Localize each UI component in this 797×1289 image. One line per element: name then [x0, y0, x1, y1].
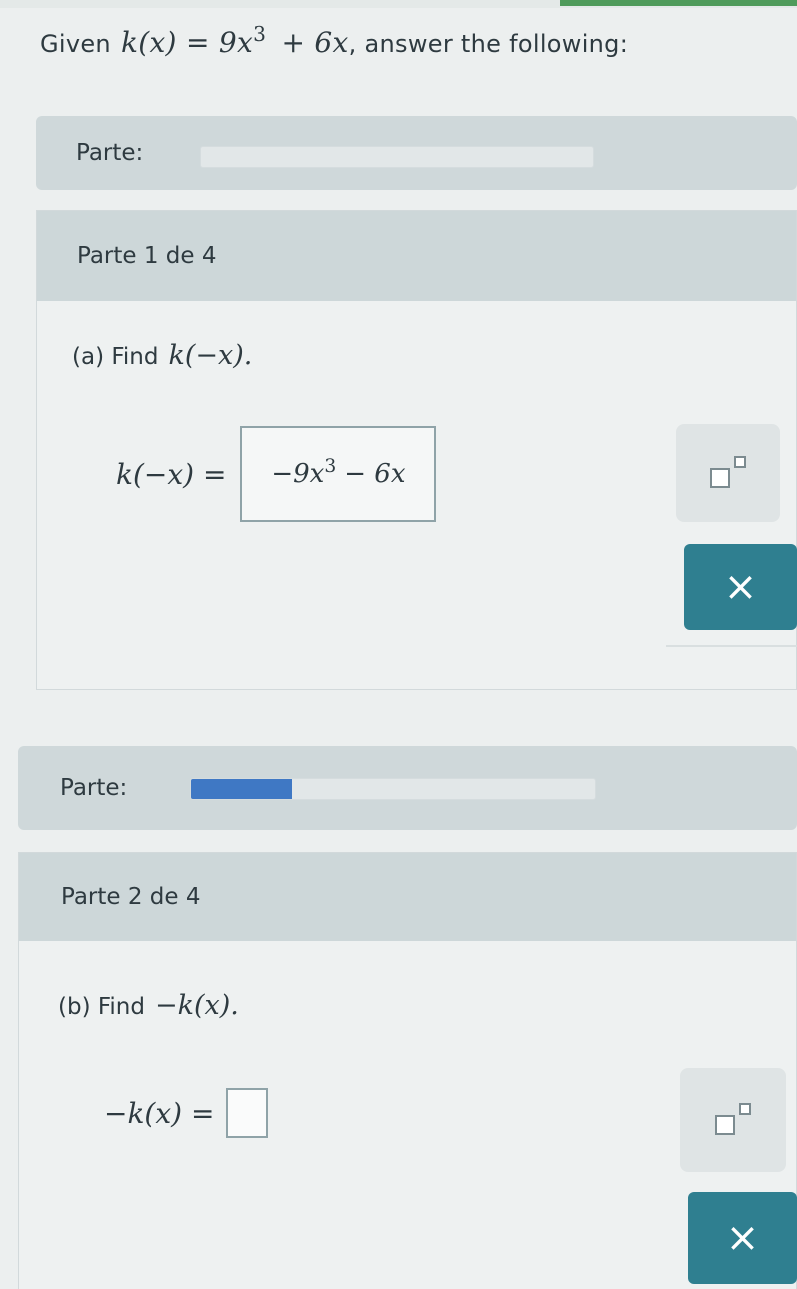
answer-input-b[interactable]	[226, 1088, 269, 1138]
part-card-2: Parte 2 de 4	[18, 852, 797, 1289]
exponent-template-icon	[711, 1103, 755, 1137]
part-title: Parte 1 de 4	[77, 243, 217, 269]
given-suffix: , answer the following:	[348, 30, 629, 58]
equation-a: k(−x) = −9x3 − 6x	[116, 426, 437, 522]
clear-answer-button-b[interactable]: ×	[688, 1192, 797, 1284]
question-b: (b) Find −k(x).	[58, 990, 239, 1021]
equation-lhs: −k(x) =	[104, 1096, 215, 1130]
clear-answer-button-a[interactable]: ×	[684, 544, 797, 630]
equation-lhs: k(−x) =	[116, 457, 227, 491]
answer-exponent: 3	[324, 455, 337, 477]
exponent-template-button-a[interactable]	[676, 424, 780, 522]
progress-fill	[191, 779, 292, 799]
question-prefix: (b) Find	[58, 994, 145, 1020]
question-a: (a) Find k(−x).	[72, 340, 252, 371]
part-title: Parte 2 de 4	[61, 884, 201, 910]
given-function-exponent: 3	[253, 21, 267, 46]
part-progress-meter-2	[190, 778, 596, 800]
given-function-rhs: + 6x	[281, 26, 349, 59]
parte-label: Parte:	[60, 775, 128, 801]
exponent-template-button-b[interactable]	[680, 1068, 786, 1172]
given-function: k(x) = 9x3 + 6x	[120, 22, 349, 59]
question-expression: k(−x).	[168, 340, 253, 371]
given-prefix: Given	[40, 30, 111, 58]
close-icon: ×	[725, 1215, 760, 1261]
answer-value: −9x3 − 6x	[271, 455, 406, 489]
top-accent-bar	[560, 0, 797, 6]
parte-label: Parte:	[76, 140, 144, 166]
part-progress-meter-1	[200, 146, 594, 168]
problem-statement: Given k(x) = 9x3 + 6x , answer the follo…	[40, 22, 629, 59]
question-prefix: (a) Find	[72, 344, 159, 370]
tool-divider	[666, 645, 797, 647]
part-header-2: Parte 2 de 4	[19, 853, 796, 941]
equation-b: −k(x) =	[104, 1088, 269, 1138]
answer-term-2: − 6x	[344, 459, 406, 489]
top-strip	[0, 0, 797, 8]
close-icon: ×	[723, 564, 758, 610]
question-expression: −k(x).	[154, 990, 239, 1021]
given-function-lhs: k(x) = 9x	[120, 26, 254, 59]
answer-input-a[interactable]: −9x3 − 6x	[240, 426, 437, 522]
answer-term-1: −9x	[271, 459, 325, 489]
part-header-1: Parte 1 de 4	[37, 211, 796, 301]
exponent-template-icon	[706, 456, 750, 490]
